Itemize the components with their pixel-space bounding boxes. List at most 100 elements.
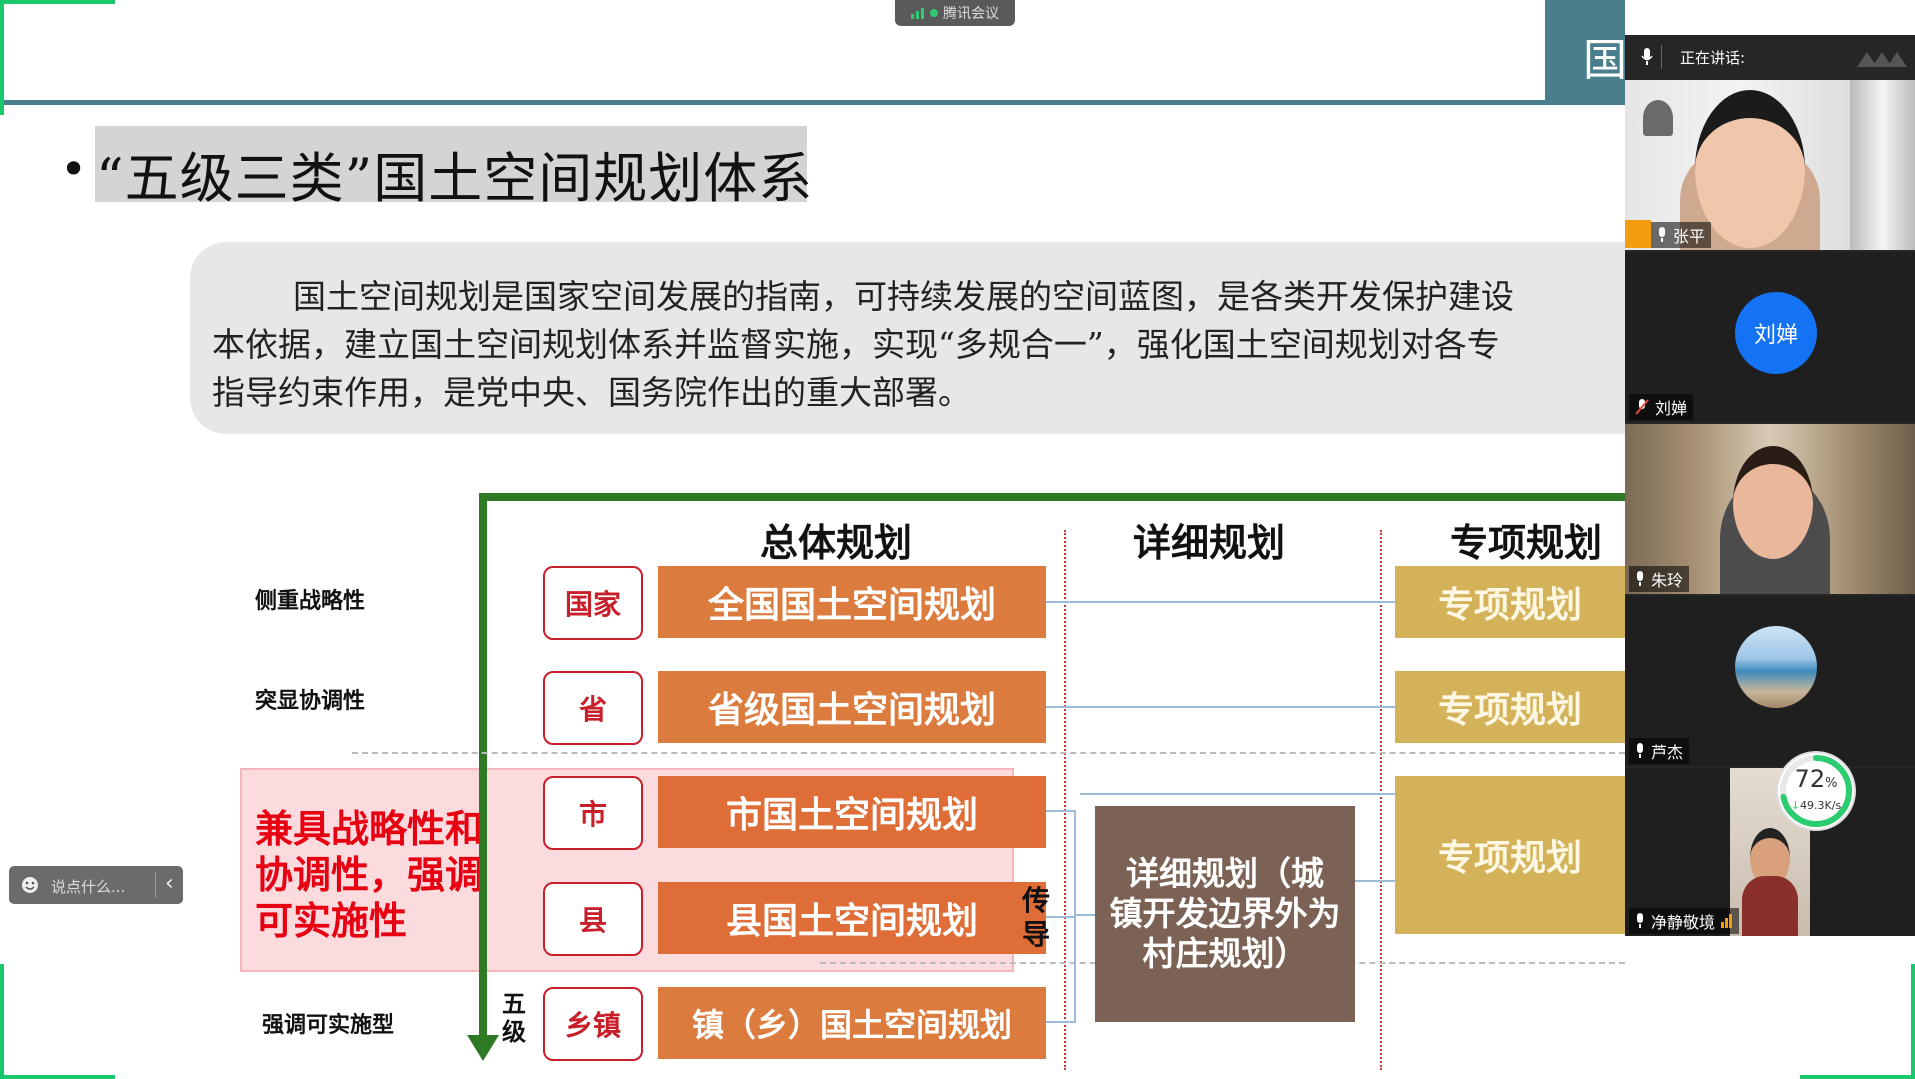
chat-divider bbox=[155, 872, 156, 898]
intro-line-2: 本依据，建立国土空间规划体系并监督实施，实现“多规合一”，强化国土空间规划对各专 bbox=[212, 325, 1500, 364]
plan-county: 县国土空间规划 bbox=[658, 882, 1046, 954]
mic-icon bbox=[1637, 571, 1643, 586]
level-city: 市 bbox=[543, 776, 643, 850]
signal-icon bbox=[911, 8, 924, 19]
plan-city: 市国土空间规划 bbox=[658, 776, 1046, 848]
participant-name-tag: 朱玲 bbox=[1629, 566, 1690, 592]
face-shape bbox=[1733, 446, 1813, 559]
plan-province: 省级国土空间规划 bbox=[658, 671, 1046, 743]
face-shape bbox=[1695, 90, 1805, 248]
mic-muted-icon bbox=[1635, 399, 1649, 415]
corner-marker bbox=[0, 0, 115, 4]
chat-input-bar[interactable]: 说点什么... ‹ bbox=[9, 866, 183, 904]
guide-char: 导 bbox=[1022, 918, 1051, 951]
connector-line bbox=[1046, 706, 1395, 708]
five-level-arrow-head bbox=[467, 1035, 499, 1061]
column-head-detailed: 详细规划 bbox=[1133, 521, 1286, 565]
emoji-icon[interactable] bbox=[21, 876, 39, 894]
five-level-char: 五 bbox=[502, 990, 526, 1018]
speaking-label: 正在讲话: bbox=[1680, 49, 1746, 67]
header-title-fragment: 国 bbox=[1583, 35, 1627, 86]
participant-name-tag: 刘婵 bbox=[1629, 394, 1694, 420]
meeting-app-name: 腾讯会议 bbox=[943, 6, 999, 22]
emphasis-line: 协调性，强调 bbox=[255, 853, 484, 897]
video-tile[interactable]: 张平 bbox=[1625, 80, 1915, 250]
connector-line bbox=[1355, 880, 1395, 882]
chat-collapse-icon[interactable]: ‹ bbox=[165, 871, 174, 896]
intro-line-1: 国土空间规划是国家空间发展的指南，可持续发展的空间蓝图，是各类开发保护建设 bbox=[293, 277, 1514, 316]
plan-national: 全国国土空间规划 bbox=[658, 566, 1046, 638]
corner-marker bbox=[0, 1075, 115, 1079]
guide-char: 传 bbox=[1022, 884, 1051, 917]
participant-name-tag: 净静敬境 bbox=[1629, 908, 1740, 934]
network-speed-value: 49.3K/s bbox=[1800, 799, 1842, 812]
detail-plan-line: 详细规划（城 bbox=[1126, 854, 1324, 893]
speaking-bar: 正在讲话: bbox=[1625, 35, 1915, 80]
participant-name: 芦杰 bbox=[1651, 743, 1684, 762]
plan-township: 镇（乡）国土空间规划 bbox=[658, 987, 1046, 1059]
special-plan-national: 专项规划 bbox=[1395, 566, 1625, 638]
column-divider bbox=[1064, 530, 1066, 1070]
video-tile[interactable]: 刘婵 刘婵 bbox=[1625, 252, 1915, 422]
side-label-coordination: 突显协调性 bbox=[255, 689, 366, 714]
level-national: 国家 bbox=[543, 566, 643, 640]
connector-line bbox=[1046, 810, 1076, 812]
connector-line bbox=[1046, 601, 1395, 603]
connector-line bbox=[1046, 916, 1076, 918]
row-divider bbox=[352, 752, 1625, 754]
slide-title: “五级三类”国土空间规划体系 bbox=[96, 147, 814, 210]
network-percent-unit: % bbox=[1825, 776, 1838, 791]
detail-plan-box: 详细规划（城 镇开发边界外为 村庄规划） bbox=[1095, 806, 1355, 1022]
host-icon bbox=[1625, 220, 1651, 248]
corner-marker bbox=[1911, 964, 1915, 1079]
five-level-arrow-shaft bbox=[479, 493, 487, 1038]
video-tile[interactable]: 朱玲 bbox=[1625, 424, 1915, 594]
emphasis-line: 可实施性 bbox=[255, 899, 408, 943]
special-plan-province: 专项规划 bbox=[1395, 671, 1625, 743]
level-township: 乡镇 bbox=[543, 987, 643, 1061]
corner-marker bbox=[0, 964, 4, 1079]
video-tile[interactable]: 芦杰 bbox=[1625, 596, 1915, 766]
window-shape bbox=[1850, 80, 1915, 250]
bullet-mark: • bbox=[60, 142, 88, 196]
column-head-overall: 总体规划 bbox=[760, 521, 913, 565]
intro-line-3: 指导约束作用，是党中央、国务院作出的重大部署。 bbox=[212, 373, 971, 412]
connector-line bbox=[1074, 810, 1076, 1023]
corner-marker bbox=[1800, 1075, 1915, 1079]
level-province: 省 bbox=[543, 671, 643, 745]
speaking-divider bbox=[1661, 45, 1662, 69]
mic-icon bbox=[1637, 913, 1643, 928]
frame-top-line bbox=[479, 493, 1625, 501]
mic-icon bbox=[1641, 48, 1653, 65]
download-arrow-icon: ↓ bbox=[1790, 799, 1801, 812]
header-rule bbox=[0, 100, 1625, 105]
person-shape bbox=[1742, 876, 1798, 936]
participant-name: 净静敬境 bbox=[1651, 913, 1716, 932]
detail-plan-line: 镇开发边界外为 bbox=[1109, 894, 1341, 933]
network-gauge[interactable]: 72% ↓49.3K/s bbox=[1778, 753, 1854, 829]
grip-icon[interactable] bbox=[1857, 47, 1907, 69]
five-level-char: 级 bbox=[502, 1018, 526, 1046]
level-county: 县 bbox=[543, 882, 643, 956]
video-tile[interactable]: 净静敬境 bbox=[1625, 768, 1915, 936]
detail-plan-line: 村庄规划） bbox=[1142, 934, 1308, 973]
connector-line bbox=[1046, 1021, 1076, 1023]
lamp-shape bbox=[1643, 100, 1673, 136]
mic-icon bbox=[1659, 227, 1665, 242]
special-plan-local: 专项规划 bbox=[1395, 776, 1625, 934]
side-label-implement: 强调可实施型 bbox=[262, 1013, 395, 1038]
network-speed: ↓49.3K/s bbox=[1778, 799, 1854, 812]
connector-line bbox=[1080, 793, 1395, 795]
emphasis-text: 兼具战略性和 协调性，强调 可实施性 bbox=[255, 806, 483, 944]
meeting-status-badge[interactable]: 腾讯会议 bbox=[895, 0, 1015, 26]
status-dot-icon bbox=[930, 9, 938, 17]
participant-name-tag: 芦杰 bbox=[1629, 738, 1690, 764]
chat-placeholder[interactable]: 说点什么... bbox=[51, 876, 125, 897]
column-divider bbox=[1380, 530, 1382, 1070]
intro-box: 国土空间规划是国家空间发展的指南，可持续发展的空间蓝图，是各类开发保护建设 本依… bbox=[190, 242, 1625, 434]
network-percent-value: 72 bbox=[1794, 765, 1826, 793]
participant-name: 刘婵 bbox=[1655, 399, 1688, 418]
avatar: 刘婵 bbox=[1735, 292, 1817, 374]
emphasis-line: 兼具战略性和 bbox=[255, 807, 484, 851]
column-head-special: 专项规划 bbox=[1450, 521, 1603, 565]
